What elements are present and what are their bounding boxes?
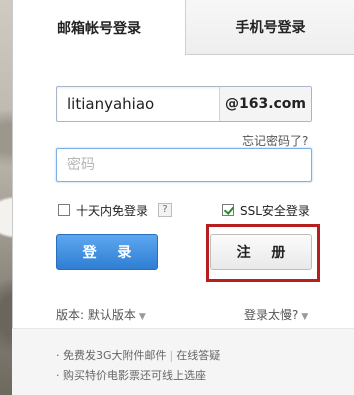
login-slow-label: 登录太慢? — [244, 308, 299, 322]
divider: | — [169, 349, 174, 362]
register-button[interactable]: 注 册 — [210, 234, 312, 270]
login-button[interactable]: 登 录 — [56, 234, 158, 270]
online-help-link[interactable]: 在线答疑 — [176, 349, 220, 362]
movie-ticket-link[interactable]: · 购买特价电影票还可线上选座 — [56, 369, 206, 382]
promo-line-1: · 免费发3G大附件邮件 | 在线答疑 — [56, 347, 220, 363]
ssl-checkbox[interactable] — [222, 204, 234, 216]
account-input[interactable] — [57, 87, 219, 121]
promo-footer: · 免费发3G大附件邮件 | 在线答疑 · 购买特价电影票还可线上选座 — [12, 328, 354, 395]
ssl-label: SSL安全登录 — [240, 203, 310, 218]
domain-select[interactable]: @163.com — [219, 87, 311, 121]
promo-line-2: · 购买特价电影票还可线上选座 — [56, 367, 206, 383]
remember-checkbox[interactable] — [58, 204, 70, 216]
password-input[interactable] — [57, 149, 311, 181]
remember-option: 十天内免登录 ? — [58, 202, 173, 218]
login-tabs: 邮箱帐号登录 手机号登录 — [13, 0, 354, 55]
help-icon[interactable]: ? — [158, 203, 173, 217]
version-select[interactable]: 版本: 默认版本 ▼ — [56, 306, 146, 323]
tab-email-login[interactable]: 邮箱帐号登录 — [13, 0, 185, 55]
password-field — [56, 148, 312, 182]
ssl-option: SSL安全登录 — [222, 202, 310, 218]
remember-label: 十天内免登录 — [76, 203, 149, 218]
version-label: 版本: 默认版本 — [56, 308, 136, 322]
chevron-down-icon: ▼ — [301, 312, 309, 322]
tab-phone-login[interactable]: 手机号登录 — [185, 0, 354, 55]
account-field: @163.com — [56, 86, 312, 122]
forgot-password-link[interactable]: 忘记密码了? — [242, 132, 308, 149]
chevron-down-icon: ▼ — [138, 312, 146, 322]
login-slow-menu[interactable]: 登录太慢? ▼ — [244, 306, 308, 323]
promo-attachment-link[interactable]: · 免费发3G大附件邮件 — [56, 349, 167, 362]
